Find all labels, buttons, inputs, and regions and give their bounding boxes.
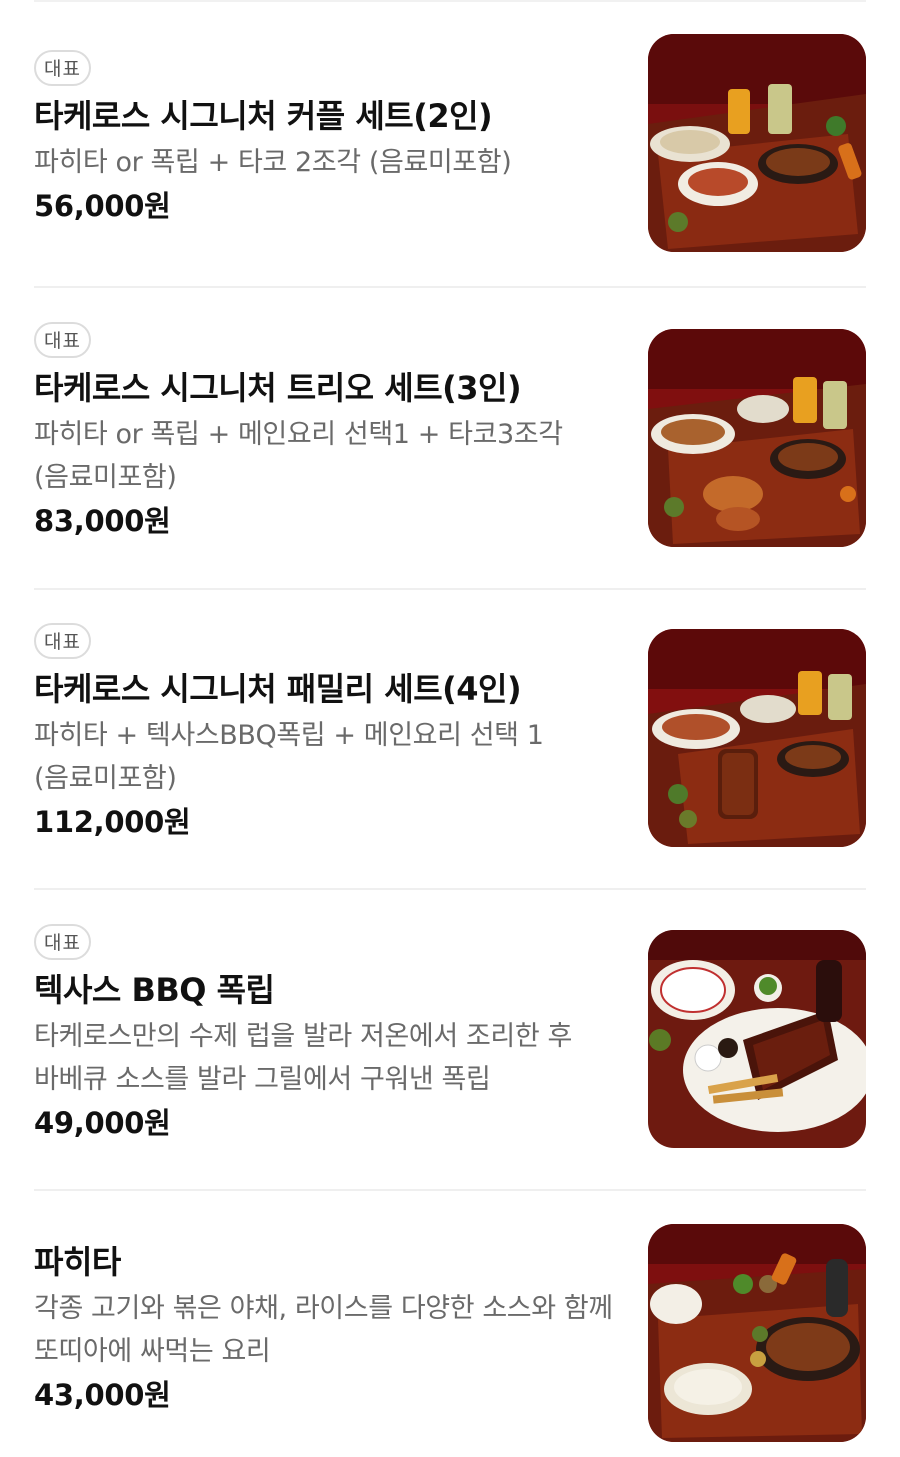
menu-item-price: 83,000원 [34, 504, 171, 538]
menu-item-photo-family-set[interactable] [648, 629, 866, 847]
item-divider [34, 588, 866, 590]
menu-item-name: 텍사스 BBQ 폭립 [34, 971, 275, 1009]
menu-item-description: 타케로스만의 수제 럽을 발라 저온에서 조리한 후 바베큐 소스를 발라 그릴… [34, 1021, 572, 1095]
menu-item-description: 파히타 + 텍사스BBQ폭립 + 메인요리 선택 1 (음료미포함) [34, 720, 544, 794]
item-divider [34, 1189, 866, 1191]
menu-item-text: 파히타 각종 고기와 볶은 야채, 라이스를 다양한 소스와 함께 또띠아에 싸… [34, 1240, 614, 1415]
menu-item-description: 파히타 or 폭립 + 타코 2조각 (음료미포함) [34, 147, 512, 178]
menu-item-name: 파히타 [34, 1243, 121, 1281]
menu-item-price: 112,000원 [34, 805, 191, 839]
menu-list: 대표 타케로스 시그니처 커플 세트(2인) 파히타 or 폭립 + 타코 2조… [0, 0, 900, 1457]
menu-item-text: 대표 타케로스 시그니처 트리오 세트(3인) 파히타 or 폭립 + 메인요리… [34, 322, 614, 541]
menu-item-price: 43,000원 [34, 1378, 171, 1412]
menu-item-description: 각종 고기와 볶은 야채, 라이스를 다양한 소스와 함께 또띠아에 싸먹는 요… [34, 1293, 613, 1367]
signature-badge: 대표 [34, 924, 91, 960]
menu-item-photo-trio-set[interactable] [648, 329, 866, 547]
item-divider [34, 888, 866, 890]
menu-item-name: 타케로스 시그니처 패밀리 세트(4인) [34, 670, 522, 708]
signature-badge: 대표 [34, 623, 91, 659]
signature-badge: 대표 [34, 322, 91, 358]
menu-item-text: 대표 텍사스 BBQ 폭립 타케로스만의 수제 럽을 발라 저온에서 조리한 후… [34, 924, 614, 1143]
menu-item-photo-fajita[interactable] [648, 1224, 866, 1442]
menu-item-price: 49,000원 [34, 1106, 171, 1140]
signature-badge: 대표 [34, 50, 91, 86]
menu-item-name: 타케로스 시그니처 트리오 세트(3인) [34, 369, 522, 407]
menu-item-price: 56,000원 [34, 189, 171, 223]
menu-item-name: 타케로스 시그니처 커플 세트(2인) [34, 97, 493, 135]
item-divider [34, 286, 866, 288]
menu-item-text: 대표 타케로스 시그니처 커플 세트(2인) 파히타 or 폭립 + 타코 2조… [34, 50, 614, 226]
menu-item-description: 파히타 or 폭립 + 메인요리 선택1 + 타코3조각 (음료미포함) [34, 419, 563, 493]
menu-item-photo-couple-set[interactable] [648, 34, 866, 252]
top-divider [34, 0, 866, 2]
menu-item-photo-bbq-ribs[interactable] [648, 930, 866, 1148]
menu-item-text: 대표 타케로스 시그니처 패밀리 세트(4인) 파히타 + 텍사스BBQ폭립 +… [34, 623, 614, 842]
